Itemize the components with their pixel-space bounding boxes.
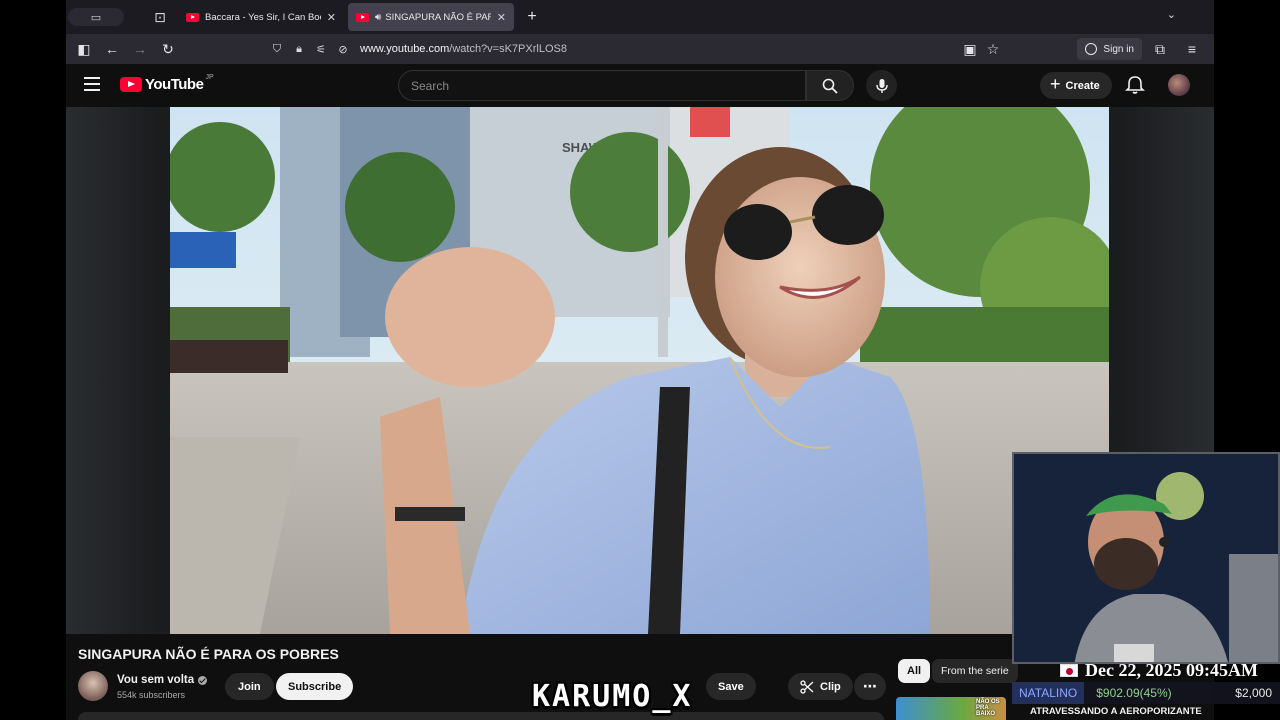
- donation-ticker: NATALINO $902.09(45%) $2,000: [1012, 682, 1280, 704]
- speaker-icon[interactable]: 🔊︎: [375, 12, 381, 23]
- subscribe-button[interactable]: Subscribe: [276, 673, 354, 700]
- clip-button[interactable]: Clip: [788, 673, 853, 700]
- nav-bar: ◧ ← → ↻ ⛉ 🔒︎ ⚟ ⊘ www.youtube.com/watch?v…: [66, 34, 1214, 64]
- reload-icon[interactable]: ↻: [154, 35, 182, 63]
- tab-bar: ▭ ⊡ Baccara - Yes Sir, I Can Boogie ✕ 🔊︎…: [66, 0, 1214, 34]
- search-icon: [822, 78, 838, 94]
- verified-check-icon: [198, 675, 208, 685]
- close-tab-icon[interactable]: ✕: [497, 11, 506, 24]
- url-domain: www.youtube.com: [360, 43, 450, 55]
- video-scene-image: SHAW: [170, 107, 1109, 634]
- date-time-overlay: Dec 22, 2025 09:45AM: [1085, 660, 1258, 680]
- extensions-icon[interactable]: ⧉: [1146, 35, 1174, 63]
- recommended-thumbnail[interactable]: NÃO OS PRA BAIXO: [896, 697, 1006, 720]
- shield-icon[interactable]: ⛉: [266, 43, 288, 56]
- more-actions-button[interactable]: ⋯: [854, 673, 886, 700]
- more-dots-icon: ⋯: [863, 678, 877, 694]
- youtube-masthead: YouTube JP Search + Create: [66, 64, 1214, 107]
- plus-icon: +: [1050, 74, 1061, 94]
- create-label: Create: [1065, 79, 1100, 92]
- subscribe-label: Subscribe: [288, 680, 342, 693]
- ticker-goal: $2,000: [1235, 686, 1272, 700]
- youtube-play-icon: [120, 77, 142, 92]
- permissions-icon[interactable]: ⚟: [310, 43, 332, 56]
- search-input[interactable]: Search: [398, 70, 806, 101]
- sign-in-button[interactable]: Sign in: [1077, 38, 1142, 60]
- url-path: /watch?v=sK7PXrlLOS8: [449, 43, 567, 55]
- create-button[interactable]: + Create: [1040, 72, 1112, 99]
- scissors-icon: [800, 679, 814, 694]
- user-avatar[interactable]: [1168, 74, 1190, 96]
- description-box[interactable]: [78, 712, 884, 720]
- youtube-favicon-icon: [356, 12, 369, 22]
- clip-label: Clip: [820, 680, 841, 693]
- tab-overview-icon[interactable]: ⊡: [146, 3, 174, 31]
- sign-in-label: Sign in: [1103, 43, 1134, 55]
- search-placeholder: Search: [411, 78, 450, 93]
- url-text: www.youtube.com/watch?v=sK7PXrlLOS8: [360, 43, 567, 55]
- sidebar-toggle[interactable]: ▭: [66, 7, 126, 27]
- close-tab-icon[interactable]: ✕: [327, 11, 336, 24]
- youtube-favicon-icon: [186, 12, 199, 22]
- window-switch-icon: ▭: [68, 8, 124, 26]
- webcam-overlay: [1012, 452, 1280, 664]
- join-button[interactable]: Join: [225, 673, 274, 700]
- sidebar-icon[interactable]: ◧: [70, 35, 98, 63]
- channel-name: Vou sem volta: [117, 674, 195, 686]
- video-title: SINGAPURA NÃO É PARA OS POBRES: [78, 646, 339, 662]
- account-icon: [1085, 43, 1098, 55]
- chip-all-label: All: [907, 665, 922, 677]
- bookmark-star-icon[interactable]: ☆: [979, 35, 1007, 63]
- region-code: JP: [205, 74, 214, 81]
- voice-search-button[interactable]: [866, 70, 897, 101]
- chip-from-series[interactable]: From the serie: [932, 659, 1018, 683]
- guide-menu-icon[interactable]: [84, 77, 100, 91]
- tab-title: SINGAPURA NÃO É PARA O: [385, 11, 490, 23]
- ticker-name: NATALINO: [1012, 682, 1085, 704]
- autoplay-blocked-icon[interactable]: ⊘: [332, 43, 354, 56]
- channel-avatar[interactable]: [78, 671, 108, 701]
- thumbnail-text: NÃO OS PRA BAIXO: [976, 699, 1000, 717]
- tab-title: Baccara - Yes Sir, I Can Boogie: [205, 11, 321, 23]
- new-tab-button[interactable]: +: [522, 8, 542, 26]
- chip-all[interactable]: All: [898, 659, 931, 683]
- recommended-title[interactable]: ATRAVESSANDO A AEROPORIZANTE: [1030, 706, 1202, 717]
- notifications-bell-icon[interactable]: [1124, 74, 1146, 96]
- save-button[interactable]: Save: [706, 673, 756, 700]
- forward-arrow-icon[interactable]: →: [126, 35, 154, 63]
- join-label: Join: [238, 680, 261, 693]
- nav-right-group: Sign in ⧉ ≡: [1077, 37, 1206, 61]
- japan-flag-icon: [1060, 664, 1078, 677]
- search-button[interactable]: [806, 70, 854, 101]
- chip-series-label: From the serie: [941, 665, 1009, 677]
- chevron-down-icon[interactable]: ⌄: [1167, 8, 1176, 21]
- lock-icon[interactable]: 🔒︎: [288, 43, 310, 56]
- microphone-icon: [875, 78, 888, 93]
- logo-text: YouTube: [145, 76, 204, 93]
- ticker-value: $902.09(45%): [1096, 686, 1172, 700]
- youtube-logo[interactable]: YouTube JP: [120, 74, 214, 93]
- address-bar[interactable]: ⛉ 🔒︎ ⚟ ⊘ www.youtube.com/watch?v=sK7PXrl…: [266, 37, 986, 61]
- save-label: Save: [718, 680, 744, 693]
- webcam-feed-image: [1014, 454, 1278, 662]
- tab-baccara[interactable]: Baccara - Yes Sir, I Can Boogie ✕: [178, 3, 344, 31]
- subscriber-count: 554k subscribers: [117, 690, 186, 700]
- streamer-watermark: KARUMO_X: [532, 679, 693, 714]
- video-frame[interactable]: SHAW: [170, 107, 1109, 634]
- back-arrow-icon[interactable]: ←: [98, 35, 126, 63]
- channel-name-link[interactable]: Vou sem volta: [117, 674, 208, 686]
- menu-icon[interactable]: ≡: [1178, 35, 1206, 63]
- tab-singapura[interactable]: 🔊︎ SINGAPURA NÃO É PARA O ✕: [348, 3, 514, 31]
